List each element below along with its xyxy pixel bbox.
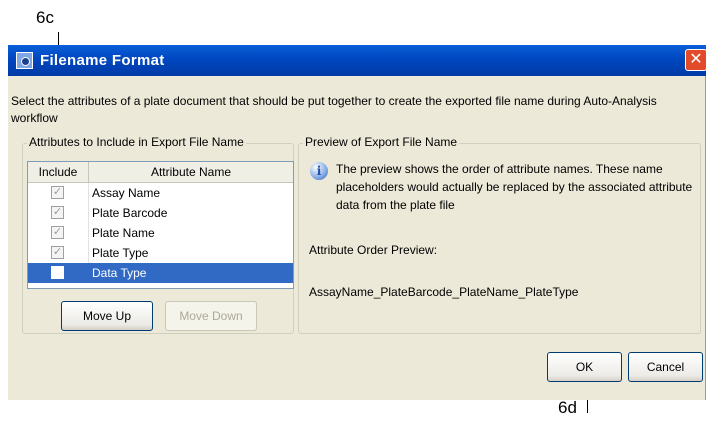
include-checkbox[interactable]: ✓ (51, 226, 64, 239)
attributes-group-legend: Attributes to Include in Export File Nam… (27, 135, 246, 149)
attribute-name-column-header[interactable]: Attribute Name (89, 162, 293, 182)
attribute-name: Plate Barcode (92, 206, 168, 220)
table-row[interactable]: ✓ Plate Name (28, 223, 293, 243)
attributes-group: Attributes to Include in Export File Nam… (22, 135, 294, 334)
table-header: Include Attribute Name (28, 162, 293, 183)
callout-6c: 6c (36, 8, 54, 27)
attribute-name: Assay Name (92, 186, 161, 200)
ok-button[interactable]: OK (547, 352, 622, 382)
include-column-header[interactable]: Include (28, 162, 89, 182)
preview-group-legend: Preview of Export File Name (303, 135, 460, 149)
attribute-name: Plate Type (92, 246, 149, 260)
move-up-button[interactable]: Move Up (61, 301, 153, 331)
attribute-order-preview: AssayName_PlateBarcode_PlateName_PlateTy… (309, 285, 579, 299)
title-bar[interactable]: Filename Format ✕ (8, 45, 706, 76)
include-checkbox[interactable] (51, 266, 64, 279)
table-row[interactable]: ✓ Assay Name (28, 183, 293, 203)
table-row[interactable]: ✓ Plate Type (28, 243, 293, 263)
include-checkbox[interactable]: ✓ (51, 186, 64, 199)
info-icon: i (310, 162, 328, 180)
include-checkbox[interactable]: ✓ (51, 246, 64, 259)
attributes-table: Include Attribute Name ✓ Assay Name ✓ Pl… (27, 161, 294, 289)
dialog-description: Select the attributes of a plate documen… (11, 94, 657, 125)
cancel-button[interactable]: Cancel (628, 352, 703, 382)
move-down-button[interactable]: Move Down (165, 301, 257, 331)
close-button[interactable]: ✕ (685, 49, 706, 71)
attribute-order-label: Attribute Order Preview: (309, 243, 438, 257)
table-row[interactable]: ✓ Plate Barcode (28, 203, 293, 223)
dialog-title: Filename Format (40, 52, 165, 69)
filename-format-dialog: Filename Format ✕ Select the attributes … (8, 45, 706, 400)
table-row-selected[interactable]: Data Type (28, 263, 293, 283)
callout-6d: 6d (558, 398, 577, 417)
preview-info-text: The preview shows the order of attribute… (336, 162, 693, 212)
attribute-name: Data Type (92, 266, 147, 280)
include-checkbox[interactable]: ✓ (51, 206, 64, 219)
app-icon (16, 52, 33, 69)
close-icon: ✕ (689, 51, 703, 68)
preview-group: Preview of Export File Name i The previe… (298, 135, 701, 334)
attribute-name: Plate Name (92, 226, 155, 240)
